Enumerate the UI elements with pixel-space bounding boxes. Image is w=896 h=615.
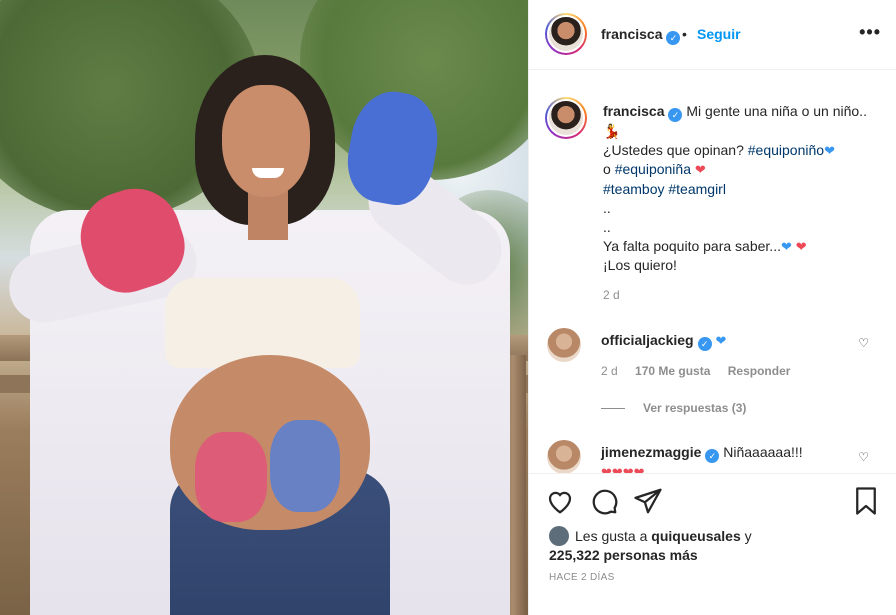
comment-timestamp[interactable]: 2 d	[601, 364, 618, 378]
likes-suffix: y	[744, 528, 752, 544]
comment-like-heart-icon[interactable]: ♡	[858, 336, 869, 350]
post-photo[interactable]	[0, 0, 528, 615]
caption-line2: ¿Ustedes que opinan?	[603, 142, 744, 159]
avatar[interactable]	[545, 97, 587, 139]
caption-username[interactable]: francisca	[603, 103, 664, 119]
likes-prefix: Les gusta a	[575, 528, 648, 544]
comment-username[interactable]: officialjackieg	[601, 332, 694, 348]
red-heart-icon: ❤	[795, 239, 807, 255]
caption-timestamp[interactable]: 2 d	[603, 288, 620, 302]
verified-icon: ✓	[705, 449, 720, 463]
username-text[interactable]: francisca	[601, 26, 662, 42]
caption-line1: Mi gente una niña o un niño..	[686, 103, 867, 119]
post-header: francisca ✓ • Seguir •••	[529, 0, 896, 70]
hashtag-equiponino[interactable]: #equiponiño	[748, 142, 824, 158]
liker-username[interactable]: quiqueusales	[651, 528, 740, 544]
caption-line-ya: Ya falta poquito para saber...	[603, 238, 781, 255]
liker-avatar[interactable]	[549, 526, 569, 546]
hashtag-teamgirl[interactable]: #teamgirl	[668, 181, 726, 197]
header-username[interactable]: francisca ✓	[601, 26, 681, 45]
share-icon[interactable]	[633, 486, 663, 516]
replies-divider	[601, 408, 625, 410]
blue-heart-icon: ❤	[780, 239, 792, 255]
bookmark-icon[interactable]	[851, 486, 881, 516]
likes-count[interactable]: 225,322 personas más	[549, 547, 698, 563]
verified-icon: ✓	[668, 108, 683, 122]
caption-connector: o	[603, 161, 611, 178]
neck	[248, 190, 288, 240]
caption-text: francisca ✓ Mi gente una niña o un niño..…	[603, 102, 873, 276]
post-actions: Les gusta a quiqueusales y 225,322 perso…	[529, 473, 896, 615]
view-replies-label[interactable]: Ver respuestas (3)	[643, 401, 746, 415]
avatar-image	[547, 99, 585, 137]
reply-button[interactable]: Responder	[728, 364, 791, 378]
verified-icon: ✓	[666, 31, 681, 45]
blue-heart-icon: ❤	[824, 143, 835, 159]
caption-dots: ..	[603, 199, 611, 216]
comment-avatar[interactable]	[547, 328, 581, 362]
comment-body: Niñaaaaaa!!!	[723, 444, 803, 460]
blue-heart-icon: ❤	[715, 333, 727, 348]
avatar[interactable]	[545, 13, 587, 55]
hashtag-equiponina[interactable]: #equiponiña	[615, 161, 691, 177]
separator-dot: •	[682, 26, 687, 42]
comment-avatar[interactable]	[547, 440, 581, 474]
verified-icon: ✓	[697, 337, 712, 351]
comment-text: officialjackieg ✓ ❤	[601, 331, 726, 351]
comment-like-heart-icon[interactable]: ♡	[858, 450, 869, 464]
likes-summary: Les gusta a quiqueusales y 225,322 perso…	[549, 526, 752, 565]
post-date[interactable]: HACE 2 DÍAS	[549, 572, 615, 583]
view-replies-button[interactable]: Ver respuestas (3)	[601, 401, 746, 415]
more-icon[interactable]: •••	[859, 22, 881, 43]
follow-button[interactable]: Seguir	[697, 26, 741, 42]
post-sidebar: francisca ✓ • Seguir ••• francisca ✓ Mi ge…	[528, 0, 896, 615]
avatar-image	[547, 15, 585, 53]
comment-likes[interactable]: 170 Me gusta	[635, 364, 710, 378]
face	[222, 85, 310, 197]
comment-username[interactable]: jimenezmaggie	[601, 444, 701, 460]
smile	[252, 168, 284, 178]
red-heart-icon: ❤	[694, 162, 706, 178]
hashtag-teamboy[interactable]: #teamboy	[603, 181, 664, 197]
blue-handprint	[270, 420, 340, 512]
caption-line-los: ¡Los quiero!	[603, 257, 677, 274]
dancer-emoji: 💃	[603, 123, 621, 139]
pregnant-woman-figure	[0, 0, 528, 615]
comment-icon[interactable]	[589, 486, 619, 516]
pink-handprint	[195, 432, 267, 522]
caption-dots: ..	[603, 219, 611, 236]
comment-meta: 2 d 170 Me gusta Responder	[601, 364, 804, 378]
instagram-post: francisca ✓ • Seguir ••• francisca ✓ Mi ge…	[0, 0, 896, 615]
heart-icon[interactable]	[545, 486, 575, 516]
